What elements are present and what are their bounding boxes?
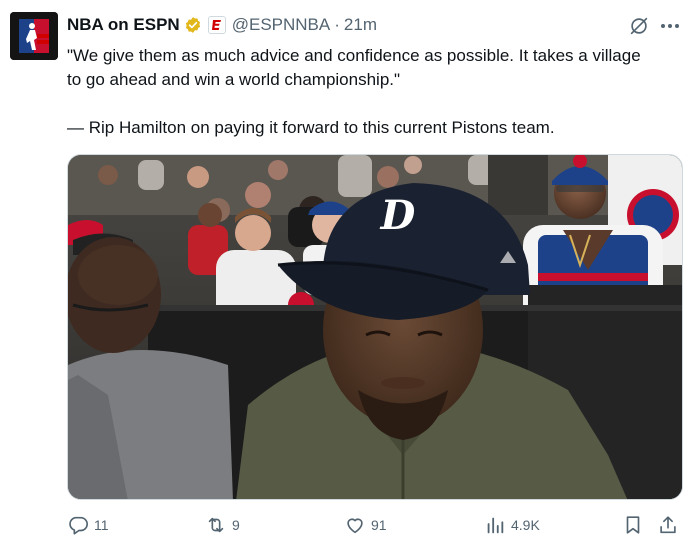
views-icon xyxy=(487,517,504,534)
reply-icon xyxy=(69,516,88,535)
tweet-header: NBA on ESPN @ESPNNBA · 21m xyxy=(67,14,377,36)
tweet-text-line: "We give them as much advice and confide… xyxy=(67,46,641,65)
nba-espn-logo xyxy=(10,12,58,60)
timestamp[interactable]: 21m xyxy=(344,15,377,35)
tweet-text: "We give them as much advice and confide… xyxy=(67,44,687,140)
svg-text:D: D xyxy=(380,192,416,239)
retweet-count: 9 xyxy=(232,517,240,533)
more-options-icon[interactable] xyxy=(658,15,682,37)
bookmark-icon xyxy=(626,516,640,534)
reply-button[interactable]: 11 xyxy=(67,513,109,537)
tweet-actions: 11 9 91 4.9K xyxy=(67,513,683,537)
tweet-text-spacer xyxy=(67,92,687,116)
gold-verified-badge-icon xyxy=(184,16,202,34)
tweet-text-line: — Rip Hamilton on paying it forward to t… xyxy=(67,118,555,137)
retweet-button[interactable]: 9 xyxy=(205,513,240,537)
share-icon xyxy=(660,516,676,534)
separator-dot: · xyxy=(334,15,340,34)
share-button[interactable] xyxy=(657,513,679,537)
views-count: 4.9K xyxy=(511,517,540,533)
reply-count: 11 xyxy=(94,517,109,533)
author-name[interactable]: NBA on ESPN xyxy=(67,15,180,35)
like-icon xyxy=(347,518,363,534)
retweet-icon xyxy=(208,517,224,533)
author-handle[interactable]: @ESPNNBA xyxy=(232,15,331,35)
like-count: 91 xyxy=(371,517,387,533)
tweet: NBA on ESPN @ESPNNBA · 21m "We give them… xyxy=(0,0,700,543)
tweet-media-image[interactable]: D xyxy=(67,154,683,500)
avatar[interactable] xyxy=(10,12,58,60)
grok-icon[interactable] xyxy=(628,15,650,37)
bookmark-button[interactable] xyxy=(622,513,644,537)
tweet-text-line: to go ahead and win a world championship… xyxy=(67,70,401,89)
like-button[interactable]: 91 xyxy=(344,513,387,537)
espn-affiliate-badge-icon[interactable] xyxy=(207,16,226,34)
views-button[interactable]: 4.9K xyxy=(484,513,540,537)
